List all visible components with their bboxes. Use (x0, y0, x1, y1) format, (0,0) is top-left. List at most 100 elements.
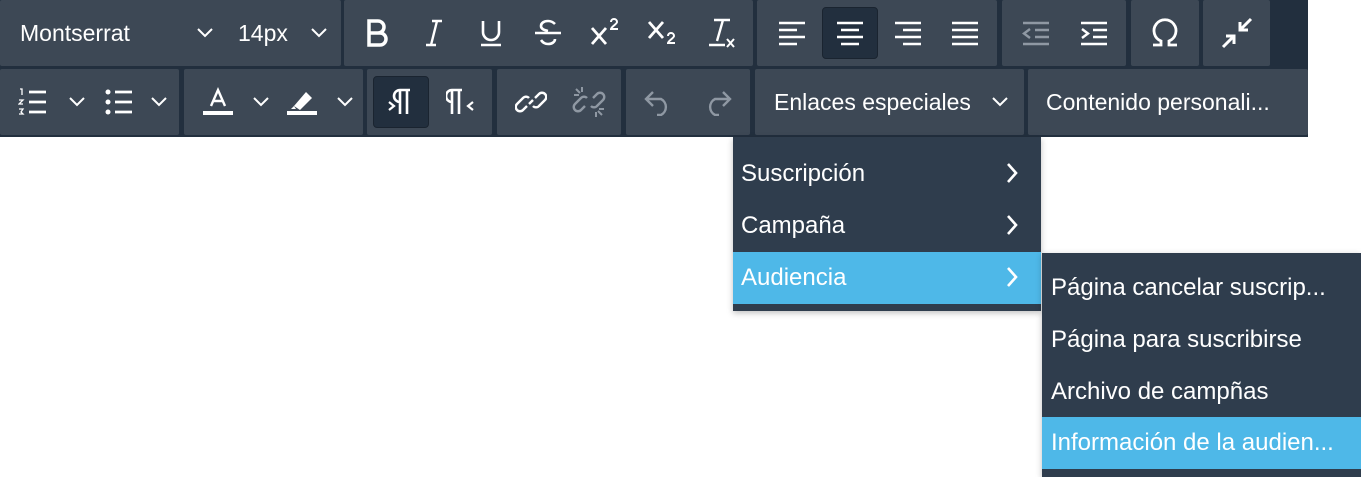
submenu-item-label: Página cancelar suscrip... (1051, 274, 1326, 301)
text-color-button[interactable] (196, 76, 276, 128)
align-left-icon (779, 21, 805, 46)
insert-link-button[interactable] (501, 76, 561, 128)
toolbar-row-1: Montserrat 14px (0, 0, 1308, 68)
history-group (626, 69, 750, 135)
subscript-button[interactable] (633, 7, 693, 59)
redo-button[interactable] (688, 76, 748, 128)
special-char-group (1131, 0, 1199, 66)
underline-button[interactable] (461, 7, 521, 59)
chevron-right-icon (1007, 267, 1018, 287)
undo-button[interactable] (628, 76, 688, 128)
special-links-label: Enlaces especiales (774, 88, 971, 115)
align-center-icon (837, 21, 863, 46)
chevron-right-icon (1007, 163, 1018, 183)
indent-button[interactable] (1064, 7, 1124, 59)
special-links-dropdown[interactable]: Enlaces especiales (774, 69, 1022, 135)
fullscreen-group (1203, 0, 1270, 66)
outdent-icon (1022, 21, 1049, 46)
submenu-item-campaign-archive[interactable]: Archivo de campñas (1042, 366, 1361, 418)
unlink-icon (572, 87, 606, 117)
align-right-icon (895, 21, 921, 46)
undo-icon (644, 91, 668, 116)
list-group (0, 69, 179, 135)
link-group (497, 69, 621, 135)
font-size-value: 14px (238, 19, 288, 46)
menu-item-label: Audiencia (741, 264, 847, 291)
rtl-icon (446, 88, 474, 114)
outdent-button[interactable] (1006, 7, 1066, 59)
remove-link-button[interactable] (559, 76, 619, 128)
menu-item-campana[interactable]: Campaña (733, 200, 1041, 252)
indent-icon (1081, 21, 1107, 46)
audience-submenu: Página cancelar suscrip... Página para s… (1042, 253, 1361, 477)
editor-toolbar: Montserrat 14px Enlaces especiales Conte… (0, 0, 1308, 137)
underline-icon (481, 21, 501, 47)
bullet-list-button[interactable] (96, 76, 176, 128)
menu-item-label: Suscripción (741, 160, 866, 187)
chevron-down-icon (151, 97, 167, 107)
chevron-down-icon (337, 97, 353, 107)
italic-button[interactable] (404, 7, 464, 59)
submenu-item-label: Archivo de campñas (1051, 378, 1269, 405)
font-group: Montserrat 14px (0, 0, 341, 66)
custom-content-group: Contenido personali... (1028, 69, 1308, 135)
superscript-icon (590, 18, 619, 45)
clear-formatting-button[interactable] (691, 7, 751, 59)
ltr-button[interactable] (373, 76, 429, 128)
strikethrough-icon (535, 19, 561, 46)
direction-group (367, 69, 492, 135)
redo-icon (708, 91, 732, 116)
font-family-select[interactable]: Montserrat (20, 0, 220, 66)
menu-item-suscripcion[interactable]: Suscripción (733, 148, 1041, 200)
superscript-button[interactable] (576, 7, 636, 59)
font-size-select[interactable]: 14px (238, 0, 338, 66)
align-left-button[interactable] (762, 7, 822, 59)
highlighter-icon (287, 92, 317, 115)
text-format-group (344, 0, 753, 66)
chevron-down-icon (311, 28, 327, 38)
submenu-item-audience-info[interactable]: Información de la audien... (1042, 417, 1361, 469)
submenu-item-label: Información de la audien... (1051, 429, 1334, 456)
rtl-button[interactable] (431, 76, 491, 128)
align-justify-button[interactable] (935, 7, 995, 59)
bullet-list-icon (105, 89, 132, 115)
bold-icon (367, 19, 388, 47)
chevron-down-icon (992, 97, 1008, 107)
menu-item-label: Campaña (741, 212, 846, 239)
chevron-down-icon (197, 28, 213, 38)
custom-content-label: Contenido personali... (1046, 88, 1270, 115)
color-group (184, 69, 363, 135)
highlight-color-button[interactable] (280, 76, 360, 128)
submenu-item-subscribe-page[interactable]: Página para suscribirse (1042, 314, 1361, 366)
exit-fullscreen-button[interactable] (1207, 7, 1267, 59)
italic-icon (426, 19, 442, 47)
numbered-list-icon (18, 88, 46, 115)
special-links-group: Enlaces especiales (755, 69, 1024, 135)
alignment-group (757, 0, 997, 66)
menu-item-audiencia[interactable]: Audiencia (733, 252, 1041, 304)
clear-formatting-icon (709, 18, 735, 48)
numbered-list-button[interactable] (10, 76, 90, 128)
chevron-down-icon (253, 97, 269, 107)
align-right-button[interactable] (878, 7, 938, 59)
align-center-button[interactable] (822, 7, 878, 59)
submenu-item-label: Página para suscribirse (1051, 326, 1302, 353)
link-icon (515, 91, 547, 113)
font-family-value: Montserrat (20, 19, 130, 46)
special-links-menu: Suscripción Campaña Audiencia (733, 137, 1041, 311)
submenu-item-unsubscribe-page[interactable]: Página cancelar suscrip... (1042, 262, 1361, 314)
toolbar-row-2: Enlaces especiales Contenido personali..… (0, 69, 1308, 137)
strikethrough-button[interactable] (518, 7, 578, 59)
collapse-icon (1221, 17, 1253, 49)
indent-group (1002, 0, 1126, 66)
chevron-down-icon (69, 97, 85, 107)
subscript-icon (647, 21, 676, 44)
special-character-button[interactable] (1135, 7, 1195, 59)
omega-icon (1152, 18, 1178, 47)
ltr-icon (388, 88, 410, 114)
text-color-icon (203, 87, 233, 115)
chevron-right-icon (1007, 215, 1018, 235)
bold-button[interactable] (348, 7, 408, 59)
align-justify-icon (952, 21, 978, 46)
custom-content-dropdown[interactable]: Contenido personali... (1046, 69, 1308, 135)
